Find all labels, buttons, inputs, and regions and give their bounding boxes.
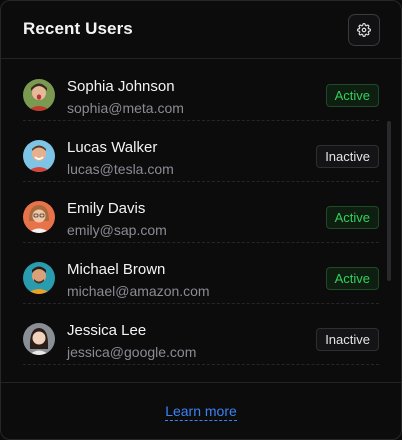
row-divider [23, 364, 379, 365]
card-title: Recent Users [23, 19, 133, 38]
user-row[interactable]: Jessica Lee jessica@google.com Inactive [1, 304, 401, 365]
status-badge: Active [325, 267, 379, 290]
card-header: Recent Users [1, 1, 401, 59]
avatar [23, 140, 55, 172]
user-name: Michael Brown [67, 261, 166, 278]
user-name: Sophia Johnson [67, 78, 175, 95]
user-row[interactable]: Michael Brown michael@amazon.com Active [1, 243, 401, 304]
avatar [23, 79, 55, 111]
avatar [23, 323, 55, 355]
status-badge: Inactive [316, 145, 379, 168]
learn-more-link[interactable]: Learn more [165, 403, 237, 421]
recent-users-card: Recent Users Sophia Johnson sophia@meta.… [0, 0, 402, 440]
status-badge: Active [325, 206, 379, 229]
user-email: emily@sap.com [67, 222, 167, 238]
gear-icon [357, 23, 371, 37]
user-row[interactable]: Emily Davis emily@sap.com Active [1, 182, 401, 243]
user-row[interactable]: Lucas Walker lucas@tesla.com Inactive [1, 121, 401, 182]
user-name: Lucas Walker [67, 139, 158, 156]
user-email: sophia@meta.com [67, 100, 184, 116]
user-email: jessica@google.com [67, 344, 197, 360]
settings-button[interactable] [348, 14, 380, 46]
card-footer: Learn more [1, 382, 401, 439]
user-email: michael@amazon.com [67, 283, 210, 299]
user-name: Jessica Lee [67, 322, 147, 339]
status-badge: Inactive [316, 328, 379, 351]
user-list: Sophia Johnson sophia@meta.com Active Lu… [1, 60, 401, 382]
avatar [23, 262, 55, 294]
avatar [23, 201, 55, 233]
user-name: Emily Davis [67, 200, 146, 217]
status-badge: Active [325, 84, 379, 107]
user-row[interactable]: Sophia Johnson sophia@meta.com Active [1, 60, 401, 121]
user-email: lucas@tesla.com [67, 161, 174, 177]
list-scrollbar[interactable] [387, 121, 391, 281]
